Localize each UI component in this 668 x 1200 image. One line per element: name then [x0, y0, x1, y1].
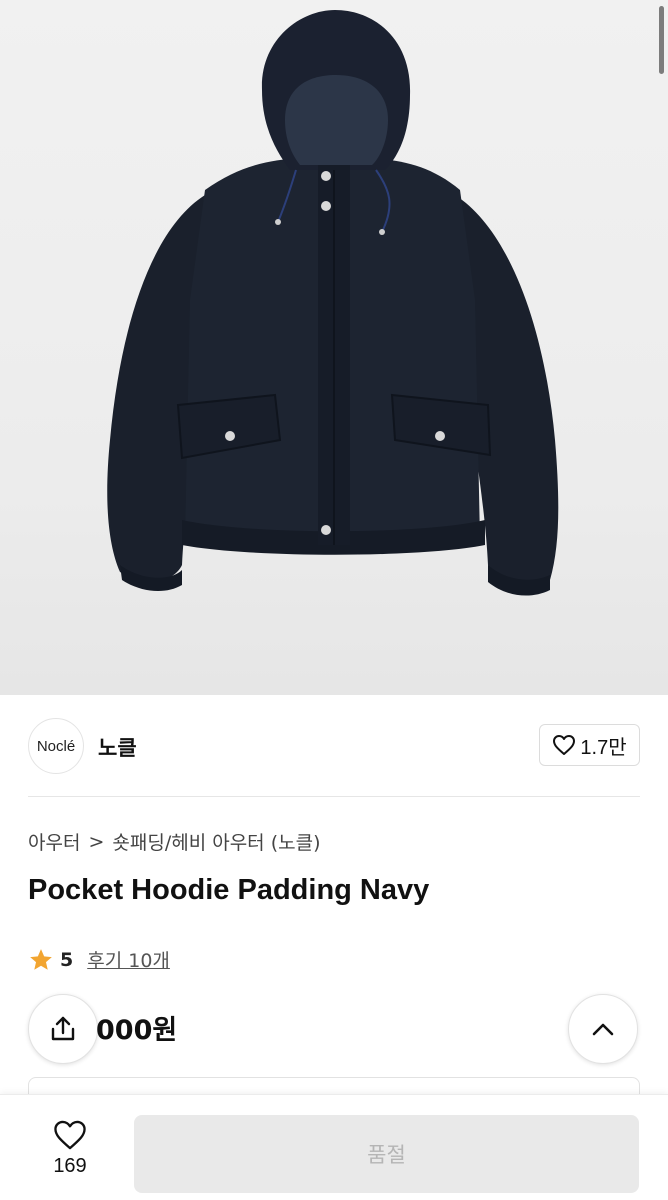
star-icon	[30, 948, 52, 970]
brand-logo[interactable]: Noclé	[28, 718, 84, 774]
scrollbar[interactable]	[659, 6, 664, 74]
wish-count: 169	[53, 1155, 87, 1177]
rating-score: 5	[60, 948, 74, 971]
breadcrumb-item-category[interactable]: 숏패딩/헤비 아우터 (노클)	[112, 828, 320, 855]
product-title: Pocket Hoodie Padding Navy	[28, 874, 430, 906]
brand-row: Noclé 노클 1.7만	[28, 718, 640, 776]
product-price: 000원	[96, 1015, 178, 1046]
rating: 5 후기 10개	[28, 946, 170, 973]
heart-outline-icon	[54, 1120, 86, 1150]
wish-button[interactable]: 169	[36, 1119, 104, 1178]
brand-logo-text: Noclé	[36, 737, 76, 755]
breadcrumb-separator: >	[88, 830, 105, 853]
divider	[28, 796, 640, 797]
chevron-up-icon	[592, 1023, 614, 1036]
heart-outline-icon	[553, 735, 576, 755]
breadcrumb: 아우터 > 숏패딩/헤비 아우터 (노클)	[28, 828, 320, 855]
bottom-action-bar: 169 품절	[0, 1094, 668, 1200]
brand-name[interactable]: 노클	[98, 732, 137, 762]
review-link[interactable]: 후기 10개	[87, 946, 170, 973]
scroll-top-button[interactable]	[568, 994, 638, 1064]
breadcrumb-item-outer[interactable]: 아우터	[28, 828, 80, 855]
share-icon	[51, 1016, 75, 1041]
product-image[interactable]	[0, 0, 668, 695]
jacket-illustration	[107, 10, 559, 596]
brand-like-count: 1.7만	[580, 736, 627, 759]
sold-out-button[interactable]: 품절	[134, 1115, 639, 1193]
brand-like-button[interactable]: 1.7만	[539, 724, 640, 766]
share-button[interactable]	[28, 994, 98, 1064]
